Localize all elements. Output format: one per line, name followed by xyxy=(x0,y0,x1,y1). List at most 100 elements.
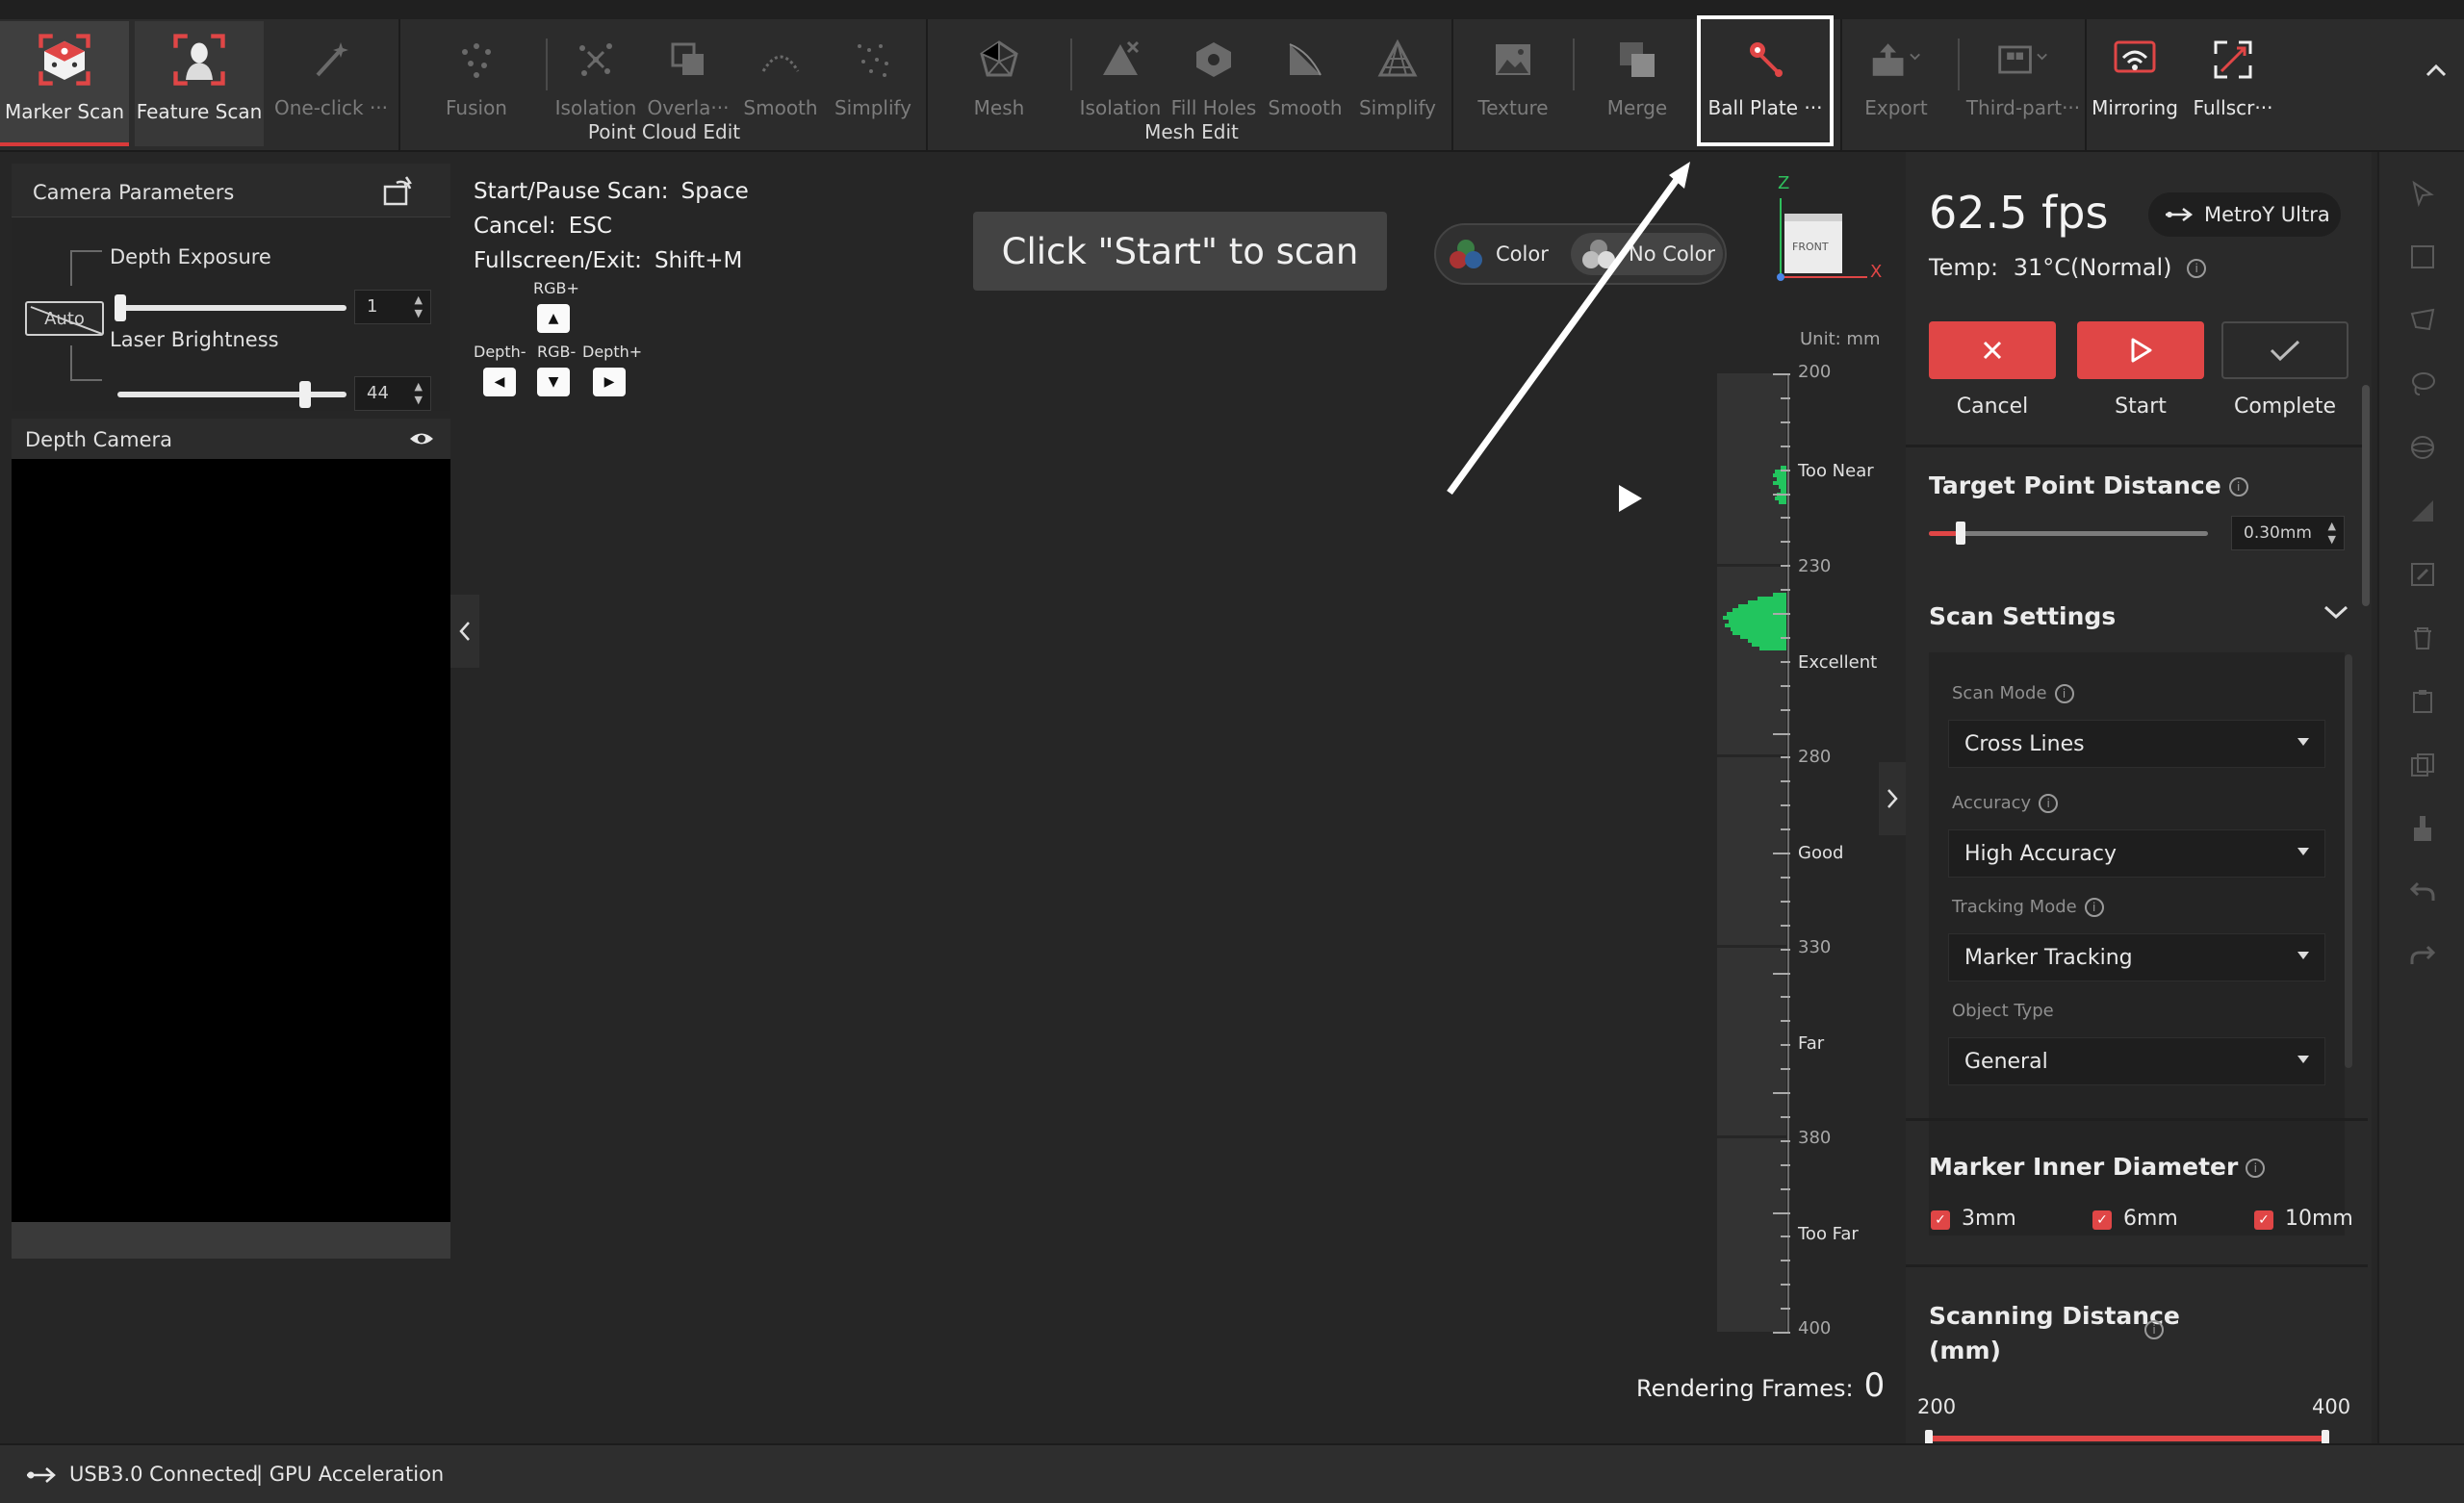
depth-exposure-input[interactable]: 1 ▲ ▼ xyxy=(354,290,431,324)
gauge-tick xyxy=(1781,1115,1790,1118)
collapse-right-panel-button[interactable] xyxy=(1879,762,1906,835)
start-scan-button[interactable] xyxy=(2077,321,2204,379)
fullscreen-button[interactable]: Fullscr··· xyxy=(2183,21,2283,146)
gauge-tick xyxy=(1781,396,1790,399)
scan-settings-scrollbar[interactable] xyxy=(2345,654,2352,1068)
target-point-distance-slider[interactable] xyxy=(1929,520,2208,548)
gauge-number: 330 xyxy=(1798,937,1832,957)
spin-up-icon[interactable]: ▲ xyxy=(415,294,423,306)
depth-minus-label: Depth- xyxy=(474,343,526,361)
tracking-mode-select[interactable]: Marker Tracking xyxy=(1948,933,2325,981)
accuracy-select[interactable]: High Accuracy xyxy=(1948,829,2325,878)
texture-button[interactable]: Texture xyxy=(1469,21,1557,146)
scan-mode-select[interactable]: Cross Lines xyxy=(1948,720,2325,768)
target-point-distance-input[interactable]: 0.30mm ▲ ▼ xyxy=(2231,516,2345,550)
merge-button[interactable]: Merge xyxy=(1594,21,1681,146)
depth-exposure-value: 1 xyxy=(367,296,378,317)
gauge-number: 400 xyxy=(1798,1318,1832,1338)
undo-button[interactable] xyxy=(2400,870,2445,914)
plane-select-button[interactable] xyxy=(2400,489,2445,533)
clean-button[interactable] xyxy=(2400,806,2445,851)
gpu-status: | GPU Acceleration xyxy=(256,1463,445,1486)
laser-brightness-input[interactable]: 44 ▲ ▼ xyxy=(354,376,431,411)
spin-down-icon[interactable]: ▼ xyxy=(415,395,423,406)
temperature-readout: Temp: 31°C(Normal) i xyxy=(1929,254,2207,281)
clipboard-button[interactable] xyxy=(2400,679,2445,724)
marker-3mm-checkbox[interactable]: ✓ xyxy=(1931,1210,1950,1230)
info-icon[interactable]: i xyxy=(2084,898,2104,917)
export-button[interactable]: Export xyxy=(1848,21,1944,146)
gauge-ticks xyxy=(1773,373,1792,1334)
redo-icon xyxy=(2410,945,2436,964)
info-icon[interactable]: i xyxy=(2246,1159,2266,1178)
laser-brightness-slider[interactable] xyxy=(110,380,346,409)
feature-scan-button[interactable]: Feature Scan xyxy=(135,21,264,146)
play-icon xyxy=(2131,338,2152,363)
spin-up-icon[interactable]: ▲ xyxy=(415,381,423,393)
info-icon[interactable]: i xyxy=(2187,259,2207,278)
eye-toggle-button[interactable] xyxy=(408,426,435,451)
gauge-tick xyxy=(1781,756,1790,759)
polygon-select-button[interactable] xyxy=(2400,298,2445,343)
gauge-tick xyxy=(1781,541,1790,544)
scan-mode-label: Scan Mode i xyxy=(1952,683,2074,703)
gauge-tick xyxy=(1773,732,1790,735)
scan-settings-collapse-button[interactable] xyxy=(2323,604,2352,627)
info-icon[interactable]: i xyxy=(2054,684,2074,703)
complete-scan-button[interactable] xyxy=(2221,321,2348,379)
auto-toggle[interactable]: Auto xyxy=(25,301,104,336)
tracking-mode-value: Marker Tracking xyxy=(1964,946,2133,970)
collapse-toolbar-button[interactable] xyxy=(2420,54,2452,87)
invert-select-button[interactable] xyxy=(2400,552,2445,597)
delete-button[interactable] xyxy=(2400,616,2445,660)
slider-thumb[interactable] xyxy=(114,294,126,321)
copy-button[interactable] xyxy=(2400,743,2445,787)
toolbar-divider xyxy=(1958,38,1960,90)
info-icon[interactable]: i xyxy=(2039,794,2059,813)
overlap-icon xyxy=(661,33,715,87)
collapse-left-panel-button[interactable] xyxy=(450,595,479,668)
marker-10mm-checkbox[interactable]: ✓ xyxy=(2254,1210,2273,1230)
info-icon[interactable]: i xyxy=(2228,477,2248,497)
mirroring-button[interactable]: Mirroring xyxy=(2091,21,2179,146)
mesh-smooth-icon xyxy=(1278,33,1332,87)
slider-thumb[interactable] xyxy=(1955,522,1965,545)
usb-status: USB3.0 Connected xyxy=(69,1463,259,1486)
one-click-button[interactable]: One-click ··· xyxy=(273,21,389,146)
lasso-select-button[interactable] xyxy=(2400,362,2445,406)
gauge-tick xyxy=(1781,636,1790,639)
spin-down-icon[interactable]: ▼ xyxy=(415,308,423,319)
section-title-text: Marker Inner Diameter xyxy=(1929,1153,2239,1181)
device-selector[interactable]: MetroY Ultra xyxy=(2148,192,2341,237)
redo-button[interactable] xyxy=(2400,933,2445,978)
gauge-tick xyxy=(1781,708,1790,711)
rect-select-button[interactable] xyxy=(2400,235,2445,279)
chevron-down-icon xyxy=(2323,605,2348,620)
gauge-tick xyxy=(1773,1211,1790,1214)
object-type-select[interactable]: General xyxy=(1948,1037,2325,1085)
object-type-value: General xyxy=(1964,1050,2048,1074)
select-tool-button[interactable] xyxy=(2400,171,2445,216)
reset-button[interactable] xyxy=(381,175,414,208)
rgb-plus-label: RGB+ xyxy=(533,279,579,297)
marker-6mm-checkbox[interactable]: ✓ xyxy=(2092,1210,2112,1230)
third-party-label: Third-part··· xyxy=(1965,96,2081,119)
axis-x-label: X xyxy=(1870,262,1883,282)
fusion-icon xyxy=(449,33,503,87)
right-panel-scrollbar[interactable] xyxy=(2362,385,2370,606)
mesh-simplify-label: Simplify xyxy=(1358,96,1437,119)
section-title-unit: (mm) xyxy=(1929,1337,2001,1364)
slider-thumb[interactable] xyxy=(298,381,311,408)
depth-exposure-slider[interactable] xyxy=(110,293,346,322)
fusion-label: Fusion xyxy=(446,96,507,119)
marker-scan-button[interactable]: Marker Scan xyxy=(0,21,129,146)
spin-up-icon[interactable]: ▲ xyxy=(2328,521,2336,532)
rendering-frames-value: 0 xyxy=(1863,1366,1886,1405)
third-party-button[interactable]: Third-part··· xyxy=(1964,21,2083,146)
brush-select-button[interactable] xyxy=(2400,425,2445,470)
depth-camera-view xyxy=(12,459,450,1222)
undo-icon xyxy=(2409,881,2435,901)
spin-down-icon[interactable]: ▼ xyxy=(2328,534,2336,546)
cancel-scan-button[interactable] xyxy=(1929,321,2056,379)
info-icon[interactable]: i xyxy=(2144,1320,2164,1339)
